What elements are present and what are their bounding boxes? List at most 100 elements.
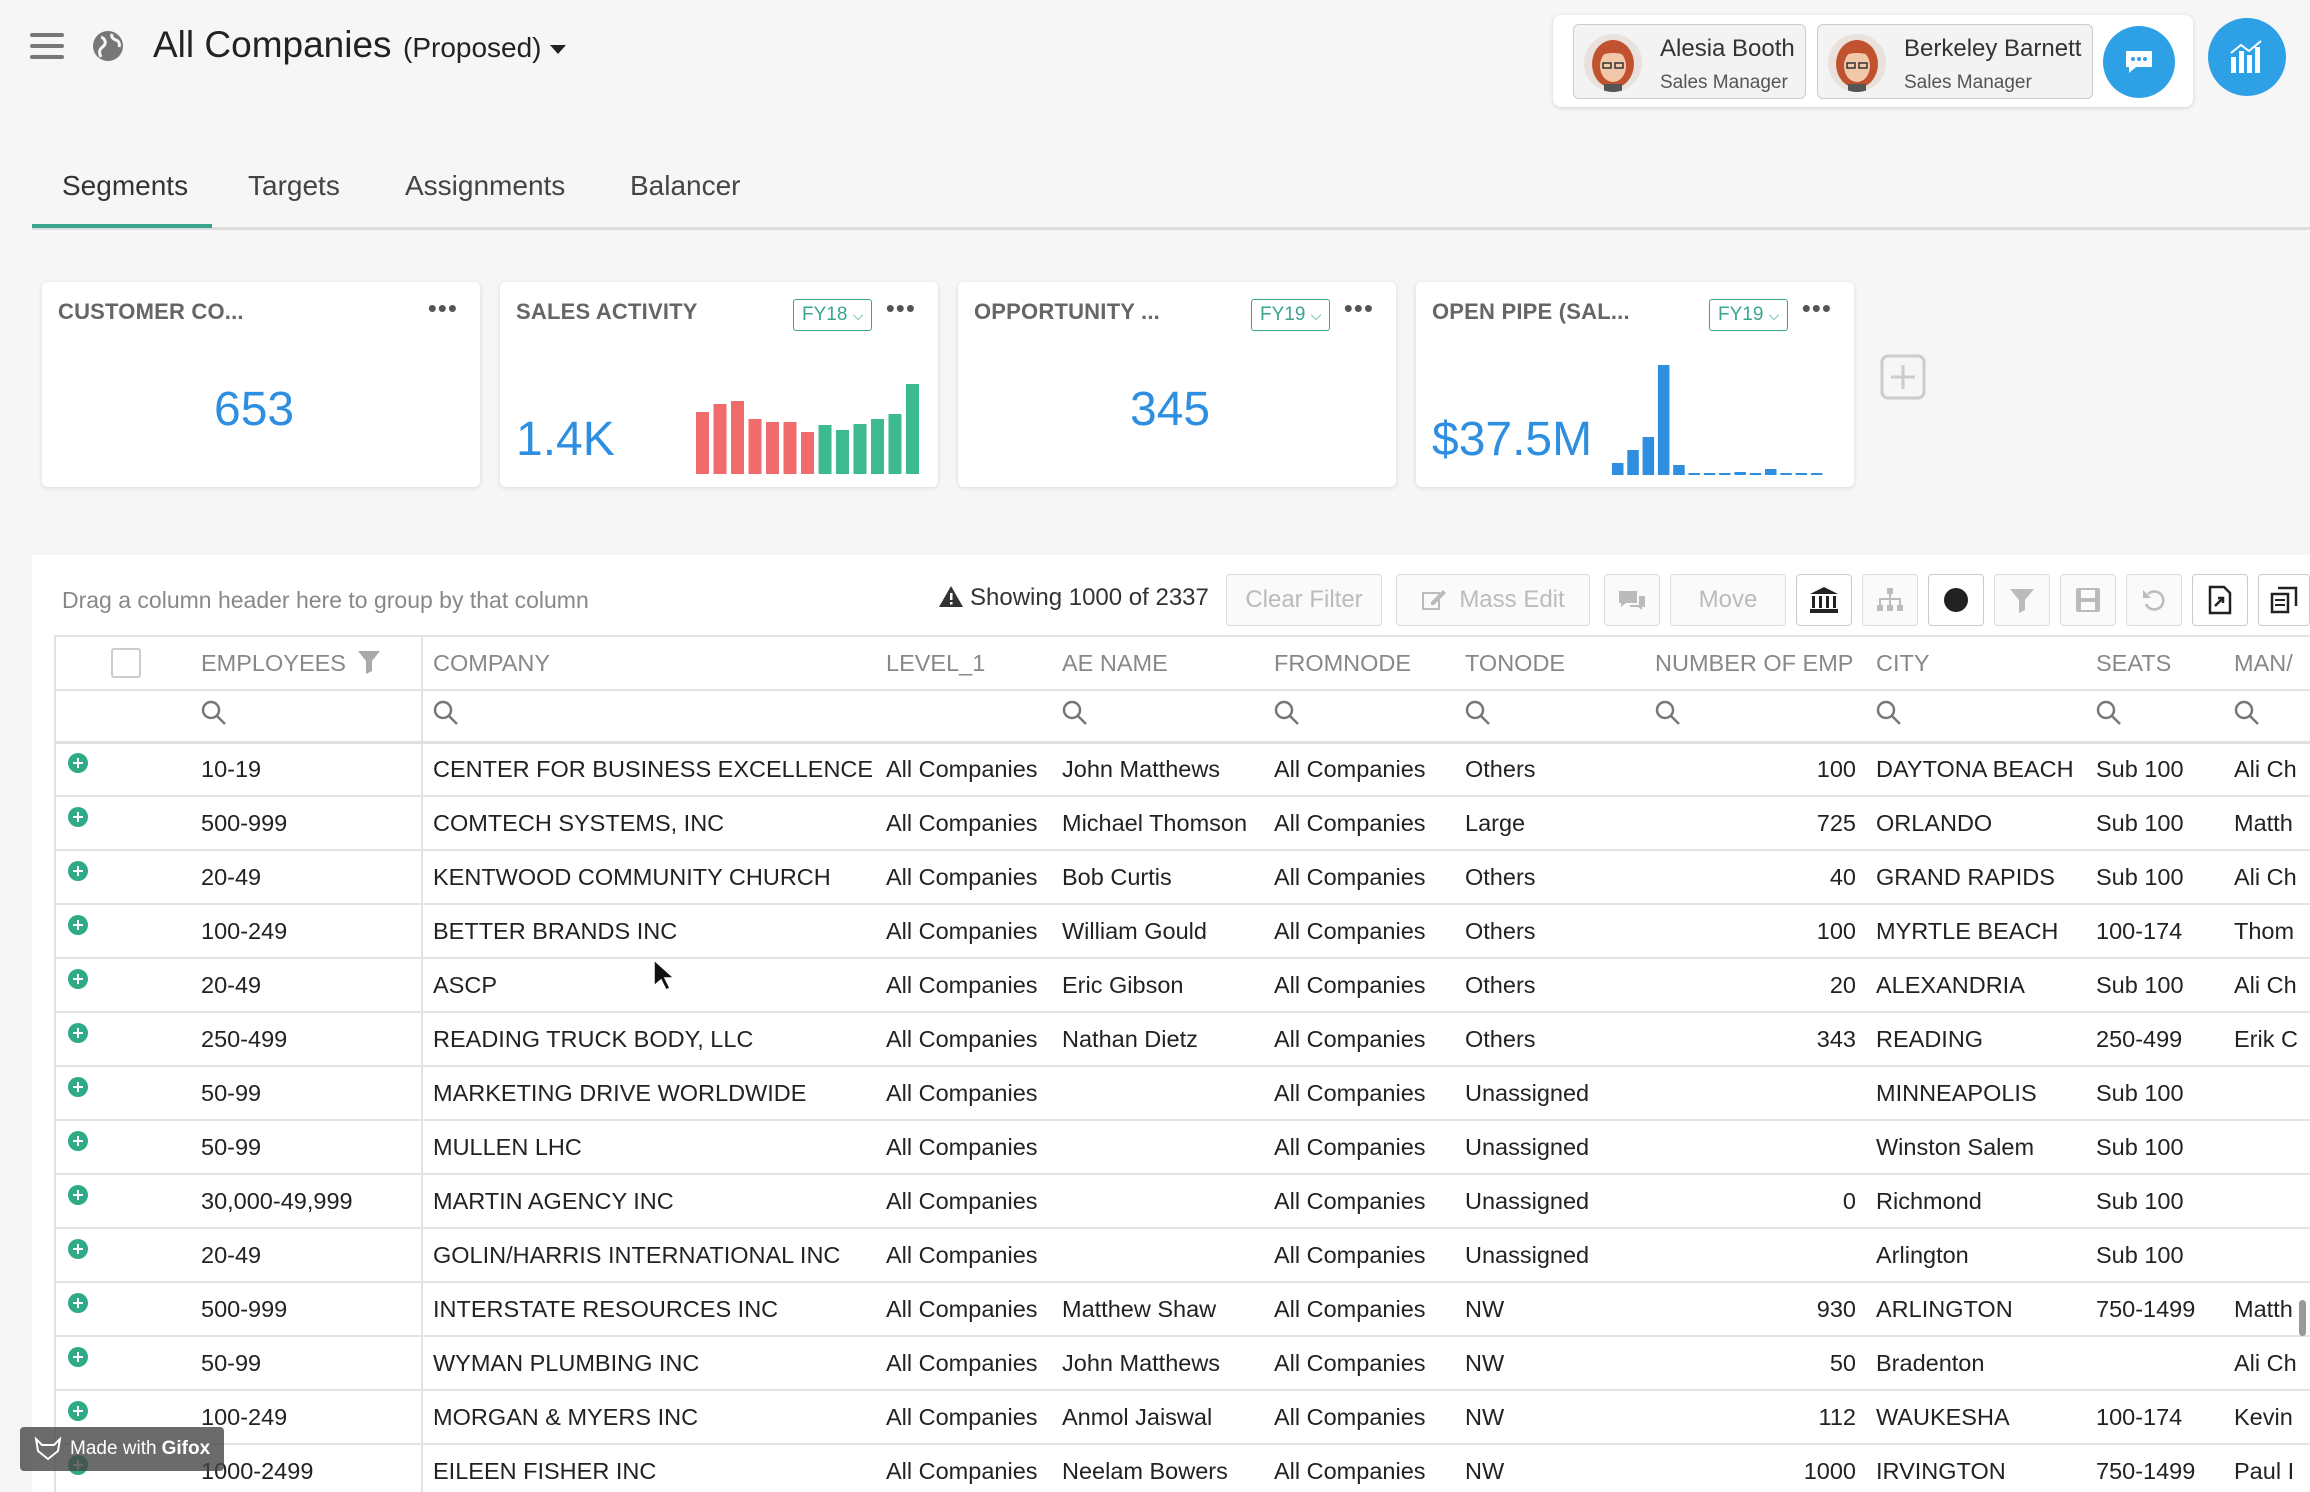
- vertical-scrollbar[interactable]: [2299, 1300, 2306, 1336]
- group-by-hint[interactable]: Drag a column header here to group by th…: [62, 587, 589, 614]
- fy-dropdown[interactable]: FY19 ⌵: [1709, 299, 1789, 331]
- table-row[interactable]: 30,000-49,999 MARTIN AGENCY INC All Compan…: [54, 1174, 2310, 1229]
- table-row[interactable]: 50-99 MARKETING DRIVE WORLDWIDE All Compan…: [54, 1066, 2310, 1121]
- cell-level-1: All Companies: [876, 1066, 1052, 1121]
- columns-icon[interactable]: [2258, 574, 2310, 626]
- column-header-seats[interactable]: SEATS: [2086, 635, 2224, 691]
- more-options-icon[interactable]: •••: [1344, 295, 1374, 321]
- tab-targets[interactable]: Targets: [248, 170, 340, 202]
- mass-edit-button[interactable]: Mass Edit: [1396, 574, 1590, 626]
- fy-dropdown[interactable]: FY19 ⌵: [1251, 299, 1331, 331]
- card-open-pipe[interactable]: OPEN PIPE (SAL... FY19 ⌵ ••• $37.5M: [1416, 282, 1854, 487]
- page-title: All Companies: [153, 24, 392, 65]
- avatar: [1584, 34, 1642, 92]
- row-expand-cell: [54, 1336, 201, 1391]
- hamburger-menu-icon[interactable]: [30, 33, 64, 61]
- hierarchy-icon[interactable]: [1862, 574, 1918, 626]
- table-row[interactable]: 50-99 MULLEN LHC All Companies All Companie…: [54, 1120, 2310, 1175]
- expand-plus-icon[interactable]: [68, 861, 88, 881]
- export-icon[interactable]: [2192, 574, 2248, 626]
- filter-fromnode[interactable]: [1264, 690, 1455, 744]
- globe-icon[interactable]: [92, 30, 124, 67]
- tab-assignments[interactable]: Assignments: [405, 170, 565, 202]
- table-row[interactable]: 1000-2499 EILEEN FISHER INC All Companies N…: [54, 1444, 2310, 1492]
- filter-row: [54, 690, 2310, 744]
- comments-button[interactable]: [1604, 574, 1660, 626]
- table-row[interactable]: 500-999 INTERSTATE RESOURCES INC All Compa…: [54, 1282, 2310, 1337]
- sales-activity-bar: [766, 422, 779, 474]
- more-options-icon[interactable]: •••: [428, 295, 458, 321]
- card-customer-count[interactable]: CUSTOMER CO... ••• 653: [42, 282, 480, 487]
- user-card-berkeley[interactable]: Berkeley Barnett Sales Manager: [1817, 24, 2093, 99]
- clear-filter-button[interactable]: Clear Filter: [1226, 574, 1382, 626]
- expand-plus-icon[interactable]: [68, 1401, 88, 1421]
- column-header-employees[interactable]: EMPLOYEES: [201, 635, 423, 691]
- expand-plus-icon[interactable]: [68, 1293, 88, 1313]
- column-header-company[interactable]: COMPANY: [422, 635, 876, 691]
- open-pipe-bar: [1795, 473, 1808, 475]
- filter-city[interactable]: [1866, 690, 2086, 744]
- tab-segments[interactable]: Segments: [62, 170, 188, 202]
- column-header-ae-name[interactable]: AE NAME: [1052, 635, 1264, 691]
- expand-plus-icon[interactable]: [68, 969, 88, 989]
- filter-manager[interactable]: [2224, 690, 2310, 744]
- bank-icon[interactable]: [1796, 574, 1852, 626]
- expand-plus-icon[interactable]: [68, 807, 88, 827]
- filter-number-of-emp[interactable]: [1645, 690, 1866, 744]
- open-pipe-bar: [1719, 473, 1731, 475]
- filter-company[interactable]: [422, 690, 876, 744]
- table-row[interactable]: 10-19 CENTER FOR BUSINESS EXCELLENCE All C…: [54, 742, 2310, 797]
- column-header-manager[interactable]: MAN/: [2224, 635, 2310, 691]
- expand-plus-icon[interactable]: [68, 1023, 88, 1043]
- fy-dropdown[interactable]: FY18 ⌵: [793, 299, 873, 331]
- expand-plus-icon[interactable]: [68, 1077, 88, 1097]
- filter-icon[interactable]: [1994, 574, 2050, 626]
- filter-tonode[interactable]: [1455, 690, 1645, 744]
- filter-ae-name[interactable]: [1052, 690, 1264, 744]
- user-card-alesia[interactable]: Alesia Booth Sales Manager: [1573, 24, 1806, 99]
- select-all-checkbox[interactable]: [111, 648, 141, 678]
- filter-employees[interactable]: [201, 690, 423, 744]
- card-sales-activity[interactable]: SALES ACTIVITY FY18 ⌵ ••• 1.4K: [500, 282, 938, 487]
- more-options-icon[interactable]: •••: [1802, 295, 1832, 321]
- table-row[interactable]: 500-999 COMTECH SYSTEMS, INC All Companies…: [54, 796, 2310, 851]
- expand-plus-icon[interactable]: [68, 1239, 88, 1259]
- expand-plus-icon[interactable]: [68, 753, 88, 774]
- filter-seats[interactable]: [2086, 690, 2224, 744]
- add-card-button[interactable]: [1880, 354, 1926, 405]
- select-all-cell: [54, 635, 201, 691]
- column-header-tonode[interactable]: TONODE: [1455, 635, 1645, 691]
- column-header-number-of-emp[interactable]: NUMBER OF EMP: [1645, 635, 1866, 691]
- table-row[interactable]: 20-49 ASCP All Companies Eric Gibson All Com…: [54, 958, 2310, 1013]
- chat-button[interactable]: [2103, 26, 2175, 98]
- expand-plus-icon[interactable]: [68, 1185, 88, 1205]
- table-row[interactable]: 20-49 KENTWOOD COMMUNITY CHURCH All Compan…: [54, 850, 2310, 905]
- expand-plus-icon[interactable]: [68, 915, 88, 935]
- table-row[interactable]: 250-499 READING TRUCK BODY, LLC All Compan…: [54, 1012, 2310, 1067]
- cell-company: CENTER FOR BUSINESS EXCELLENCE: [422, 742, 876, 797]
- tab-balancer[interactable]: Balancer: [630, 170, 741, 202]
- record-icon[interactable]: [1928, 574, 1984, 626]
- more-options-icon[interactable]: •••: [886, 295, 916, 321]
- card-opportunity[interactable]: OPPORTUNITY ... FY19 ⌵ ••• 345: [958, 282, 1396, 487]
- column-header-city[interactable]: CITY: [1866, 635, 2086, 691]
- analytics-button[interactable]: [2208, 18, 2286, 96]
- table-row[interactable]: 50-99 WYMAN PLUMBING INC All Companies John…: [54, 1336, 2310, 1391]
- undo-icon[interactable]: [2126, 574, 2182, 626]
- column-header-fromnode[interactable]: FROMNODE: [1264, 635, 1455, 691]
- scenario-dropdown[interactable]: (Proposed): [403, 32, 566, 64]
- save-icon[interactable]: [2060, 574, 2116, 626]
- open-pipe-bar: [1810, 473, 1823, 475]
- expand-plus-icon[interactable]: [68, 1347, 88, 1367]
- move-button[interactable]: Move: [1670, 574, 1786, 626]
- cell-employees: 30,000-49,999: [201, 1174, 423, 1229]
- cell-manager: [2224, 1228, 2310, 1283]
- table-row[interactable]: 100-249 MORGAN & MYERS INC All Companies An…: [54, 1390, 2310, 1445]
- column-header-level-1[interactable]: LEVEL_1: [876, 635, 1052, 691]
- cell-level-1: All Companies: [876, 1012, 1052, 1067]
- table-row[interactable]: 20-49 GOLIN/HARRIS INTERNATIONAL INC All C…: [54, 1228, 2310, 1283]
- expand-plus-icon[interactable]: [68, 1131, 88, 1151]
- cell-seats: Sub 100: [2086, 850, 2224, 905]
- row-expand-cell: [54, 1120, 201, 1175]
- table-row[interactable]: 100-249 BETTER BRANDS INC All Companies Wil…: [54, 904, 2310, 959]
